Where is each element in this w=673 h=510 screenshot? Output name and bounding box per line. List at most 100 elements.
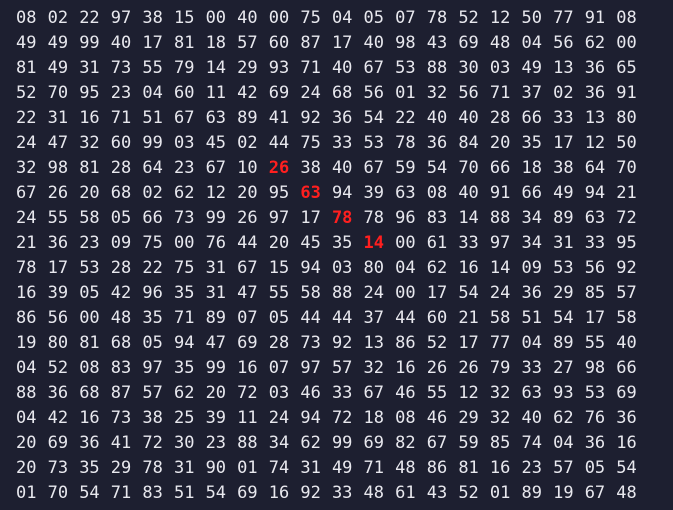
number-cell: 64 xyxy=(142,158,163,178)
number-cell: 31 xyxy=(173,458,195,478)
number-cell: 47 xyxy=(47,133,69,153)
number-cell: 16 xyxy=(16,283,37,303)
grid-row: 01 70 54 71 83 51 54 69 16 92 33 48 61 43 52 01 89 19 67 48 xyxy=(16,481,648,506)
number-cell: 68 xyxy=(110,183,132,203)
number-cell: 45 xyxy=(300,233,321,253)
number-cell: 19 xyxy=(16,333,37,353)
number-cell: 66 xyxy=(142,208,163,228)
number-cell: 78 xyxy=(142,458,163,478)
number-cell: 48 xyxy=(395,458,416,478)
number-cell: 94 xyxy=(300,408,321,428)
number-cell: 00 xyxy=(173,233,195,253)
number-cell: 13 xyxy=(363,333,385,353)
grid-row: 49 49 99 40 17 81 18 57 60 87 17 40 98 43 69 48 04 56 62 00 xyxy=(16,31,648,56)
number-cell: 63 xyxy=(584,208,606,228)
number-cell: 40 xyxy=(458,183,479,203)
grid-row: 52 70 95 23 04 60 11 42 69 24 68 56 01 32 56 71 37 02 36 91 xyxy=(16,81,648,106)
number-cell: 58 xyxy=(489,308,511,328)
number-cell: 56 xyxy=(458,83,479,103)
number-cell: 57 xyxy=(142,383,163,403)
number-cell: 54 xyxy=(553,308,574,328)
number-cell: 17 xyxy=(331,33,353,53)
number-cell: 89 xyxy=(553,333,574,353)
number-cell: 36 xyxy=(79,433,100,453)
number-cell: 05 xyxy=(142,333,163,353)
number-cell: 57 xyxy=(553,458,574,478)
number-cell: 03 xyxy=(268,383,290,403)
number-cell: 67 xyxy=(584,483,606,503)
number-cell: 91 xyxy=(489,183,511,203)
number-cell: 46 xyxy=(426,408,448,428)
number-cell: 00 xyxy=(205,8,227,28)
number-cell: 68 xyxy=(331,83,353,103)
number-cell: 72 xyxy=(331,408,353,428)
number-cell: 57 xyxy=(237,33,258,53)
number-cell: 15 xyxy=(173,8,195,28)
number-cell: 70 xyxy=(47,83,69,103)
number-cell: 14 xyxy=(489,258,511,278)
number-cell: 45 xyxy=(205,133,227,153)
number-cell: 29 xyxy=(237,58,258,78)
number-cell: 73 xyxy=(173,208,195,228)
number-cell: 67 xyxy=(173,108,195,128)
number-cell: 33 xyxy=(584,233,606,253)
number-cell: 98 xyxy=(47,158,69,178)
number-cell: 51 xyxy=(173,483,195,503)
number-cell: 52 xyxy=(47,358,69,378)
number-cell: 67 xyxy=(205,158,227,178)
number-cell: 54 xyxy=(616,458,637,478)
number-cell: 00 xyxy=(616,33,637,53)
number-cell: 35 xyxy=(173,283,195,303)
number-cell: 33 xyxy=(553,108,574,128)
number-cell: 97 xyxy=(142,358,163,378)
number-cell: 47 xyxy=(205,333,227,353)
number-cell: 57 xyxy=(331,358,353,378)
number-cell: 70 xyxy=(458,158,479,178)
number-cell: 26 xyxy=(47,183,69,203)
number-cell: 36 xyxy=(584,433,606,453)
number-cell: 54 xyxy=(426,158,448,178)
number-cell: 12 xyxy=(584,133,606,153)
number-cell: 73 xyxy=(47,458,69,478)
number-cell: 59 xyxy=(458,433,479,453)
number-cell: 53 xyxy=(79,258,100,278)
number-cell: 88 xyxy=(331,283,353,303)
number-cell: 67 xyxy=(426,433,448,453)
number-cell: 46 xyxy=(395,383,416,403)
number-cell: 19 xyxy=(553,483,574,503)
number-grid: 08 02 22 97 38 15 00 40 00 75 04 05 07 78 52 12 50 77 91 08… xyxy=(16,6,648,506)
number-cell: 30 xyxy=(173,433,195,453)
number-cell: 60 xyxy=(173,83,195,103)
number-cell: 04 xyxy=(16,408,37,428)
number-cell: 29 xyxy=(458,408,479,428)
number-cell: 41 xyxy=(110,433,132,453)
number-cell: 52 xyxy=(458,8,479,28)
number-cell: 12 xyxy=(458,383,479,403)
number-cell: 97 xyxy=(489,233,511,253)
number-cell: 63 xyxy=(395,183,416,203)
number-cell: 47 xyxy=(237,283,258,303)
grid-row: 78 17 53 28 22 75 31 67 15 94 03 80 04 62 16 14 09 53 56 92 xyxy=(16,256,648,281)
number-cell: 21 xyxy=(16,233,37,253)
number-cell: 08 xyxy=(79,358,100,378)
number-cell: 78 xyxy=(426,8,448,28)
number-cell: 69 xyxy=(458,33,479,53)
number-cell: 98 xyxy=(584,358,606,378)
number-cell: 08 xyxy=(616,8,637,28)
number-cell: 92 xyxy=(300,108,321,128)
number-cell: 12 xyxy=(489,8,511,28)
number-cell: 29 xyxy=(110,458,132,478)
number-cell: 52 xyxy=(16,83,37,103)
number-cell: 62 xyxy=(553,408,574,428)
number-cell: 31 xyxy=(79,58,100,78)
number-cell: 66 xyxy=(521,183,542,203)
number-cell: 62 xyxy=(173,183,195,203)
grid-row: 04 52 08 83 97 35 99 16 07 97 57 32 16 26 26 79 33 27 98 66 xyxy=(16,356,648,381)
number-cell: 42 xyxy=(237,83,258,103)
number-cell: 38 xyxy=(300,158,321,178)
number-cell: 22 xyxy=(16,108,37,128)
number-cell: 44 xyxy=(268,133,290,153)
number-cell: 53 xyxy=(584,383,606,403)
number-cell: 24 xyxy=(16,133,37,153)
number-cell: 49 xyxy=(521,58,542,78)
